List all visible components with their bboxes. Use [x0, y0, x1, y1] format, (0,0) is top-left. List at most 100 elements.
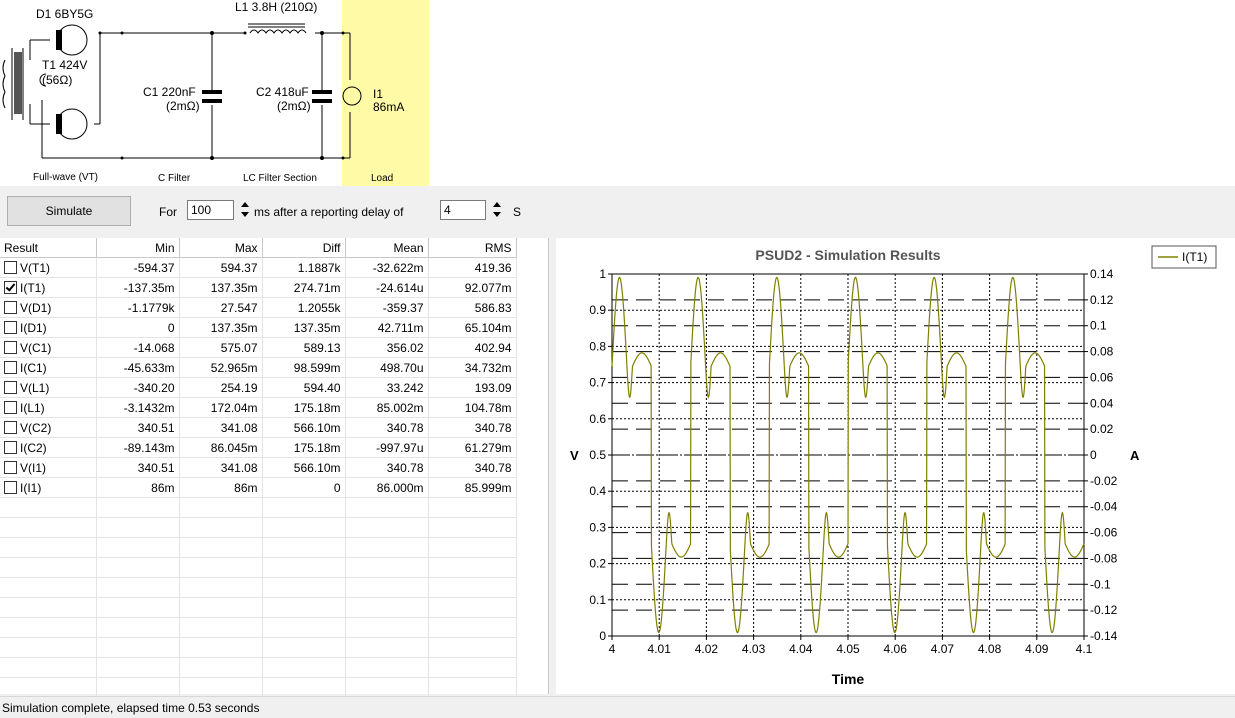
- result-checkbox[interactable]: [4, 420, 17, 434]
- table-row[interactable]: I(D1) 0 137.35m 137.35m 42.711m 65.104m: [0, 317, 517, 338]
- result-checkbox[interactable]: [4, 360, 17, 374]
- empty-cell: [345, 557, 429, 578]
- empty-cell: [0, 617, 97, 638]
- empty-cell: [428, 637, 517, 658]
- result-max-cell: 341.08: [179, 417, 263, 438]
- result-rms-cell: 65.104m: [428, 317, 517, 338]
- header-diff[interactable]: Diff: [262, 238, 346, 258]
- empty-cell: [428, 677, 517, 698]
- y-right-tick-label: -0.1: [1090, 577, 1111, 591]
- empty-cell: [179, 497, 263, 518]
- empty-cell: [179, 577, 263, 598]
- result-diff-cell: 98.599m: [262, 357, 346, 378]
- delay-down-icon[interactable]: [490, 210, 504, 220]
- result-mean-cell: 33.242: [345, 377, 429, 398]
- result-name: V(T1): [20, 260, 50, 275]
- duration-input[interactable]: [187, 200, 234, 220]
- delay-spinner[interactable]: [490, 200, 504, 220]
- table-row[interactable]: I(L1) -3.1432m 172.04m 175.18m 85.002m 104.78…: [0, 397, 517, 418]
- schematic-diagram[interactable]: D1 6BY5G T1 424V (56Ω) L1 3.8H (210Ω) C1…: [0, 0, 1235, 186]
- empty-cell: [96, 577, 180, 598]
- result-mean-cell: -32.622m: [345, 257, 429, 278]
- delay-input[interactable]: [440, 200, 486, 220]
- empty-cell: [345, 657, 429, 678]
- result-max-cell: 254.19: [179, 377, 263, 398]
- result-name-cell: V(I1): [0, 457, 97, 478]
- result-diff-cell: 137.35m: [262, 317, 346, 338]
- empty-table-row: [0, 497, 517, 518]
- result-checkbox[interactable]: [4, 400, 17, 414]
- simulate-button[interactable]: Simulate: [7, 196, 131, 226]
- result-checkbox[interactable]: [4, 280, 17, 294]
- table-row[interactable]: V(C2) 340.51 341.08 566.10m 340.78 340.78: [0, 417, 517, 438]
- result-rms-cell: 193.09: [428, 377, 517, 398]
- y-right-tick-label: -0.08: [1090, 551, 1118, 565]
- result-mean-cell: 340.78: [345, 417, 429, 438]
- empty-cell: [345, 597, 429, 618]
- result-checkbox[interactable]: [4, 340, 17, 354]
- header-rms[interactable]: RMS: [428, 238, 517, 258]
- empty-cell: [179, 617, 263, 638]
- result-min-cell: 86m: [96, 477, 180, 498]
- result-max-cell: 27.547: [179, 297, 263, 318]
- y-right-tick-label: -0.12: [1090, 603, 1118, 617]
- y-right-tick-label: 0.06: [1090, 370, 1114, 384]
- table-row[interactable]: V(L1) -340.20 254.19 594.40 33.242 193.09: [0, 377, 517, 398]
- toolbar: [0, 186, 1235, 236]
- chart-panel: PSUD2 - Simulation Results 4 4.01 4.02 4.03 4…: [556, 238, 1235, 694]
- empty-cell: [96, 517, 180, 538]
- header-result[interactable]: Result: [0, 238, 97, 258]
- header-max[interactable]: Max: [179, 238, 263, 258]
- table-row[interactable]: V(C1) -14.068 575.07 589.13 356.02 402.94: [0, 337, 517, 358]
- empty-cell: [96, 617, 180, 638]
- table-row[interactable]: V(T1) -594.37 594.37 1.1887k -32.622m 419.36: [0, 257, 517, 278]
- result-mean-cell: 356.02: [345, 337, 429, 358]
- result-name: V(I1): [20, 460, 47, 475]
- header-min[interactable]: Min: [96, 238, 180, 258]
- table-row[interactable]: I(I1) 86m 86m 0 86.000m 85.999m: [0, 477, 517, 498]
- result-name: I(C2): [20, 440, 47, 455]
- empty-cell: [345, 677, 429, 698]
- duration-down-icon[interactable]: [238, 210, 252, 220]
- result-checkbox[interactable]: [4, 380, 17, 394]
- empty-cell: [179, 537, 263, 558]
- duration-spinner[interactable]: [238, 200, 252, 220]
- result-checkbox[interactable]: [4, 300, 17, 314]
- empty-cell: [0, 497, 97, 518]
- result-checkbox[interactable]: [4, 260, 17, 274]
- x-tick-label: 4.05: [836, 642, 860, 656]
- l1-label: L1 3.8H (210Ω): [235, 0, 317, 14]
- empty-cell: [345, 517, 429, 538]
- empty-cell: [428, 497, 517, 518]
- result-checkbox[interactable]: [4, 440, 17, 454]
- empty-cell: [428, 537, 517, 558]
- duration-up-icon[interactable]: [238, 200, 252, 210]
- load-section-highlight: [342, 0, 429, 186]
- result-rms-cell: 61.279m: [428, 437, 517, 458]
- c1-resistance-label: (2mΩ): [166, 99, 200, 113]
- result-checkbox[interactable]: [4, 480, 17, 494]
- y-right-tick-label: 0: [1090, 448, 1097, 462]
- empty-cell: [262, 617, 346, 638]
- table-row[interactable]: V(D1) -1.1779k 27.547 1.2055k -359.37 586.83: [0, 297, 517, 318]
- result-rms-cell: 419.36: [428, 257, 517, 278]
- table-row[interactable]: I(C2) -89.143m 86.045m 175.18m -997.97u 61.27…: [0, 437, 517, 458]
- result-checkbox[interactable]: [4, 320, 17, 334]
- result-name-cell: V(D1): [0, 297, 97, 318]
- result-name-cell: I(D1): [0, 317, 97, 338]
- result-min-cell: -3.1432m: [96, 397, 180, 418]
- result-name: V(C1): [20, 340, 52, 355]
- x-tick-label: 4.01: [648, 642, 672, 656]
- x-tick-label: 4.1: [1076, 642, 1093, 656]
- result-mean-cell: 498.70u: [345, 357, 429, 378]
- table-row[interactable]: I(C1) -45.633m 52.965m 98.599m 498.70u 34.732…: [0, 357, 517, 378]
- table-row[interactable]: V(I1) 340.51 341.08 566.10m 340.78 340.78: [0, 457, 517, 478]
- delay-up-icon[interactable]: [490, 200, 504, 210]
- result-name-cell: I(T1): [0, 277, 97, 298]
- header-mean[interactable]: Mean: [345, 238, 429, 258]
- result-name-cell: V(L1): [0, 377, 97, 398]
- table-row[interactable]: I(T1) -137.35m 137.35m 274.71m -24.614u 92.07…: [0, 277, 517, 298]
- result-name: I(T1): [20, 280, 46, 295]
- result-checkbox[interactable]: [4, 460, 17, 474]
- seconds-label: S: [513, 205, 522, 219]
